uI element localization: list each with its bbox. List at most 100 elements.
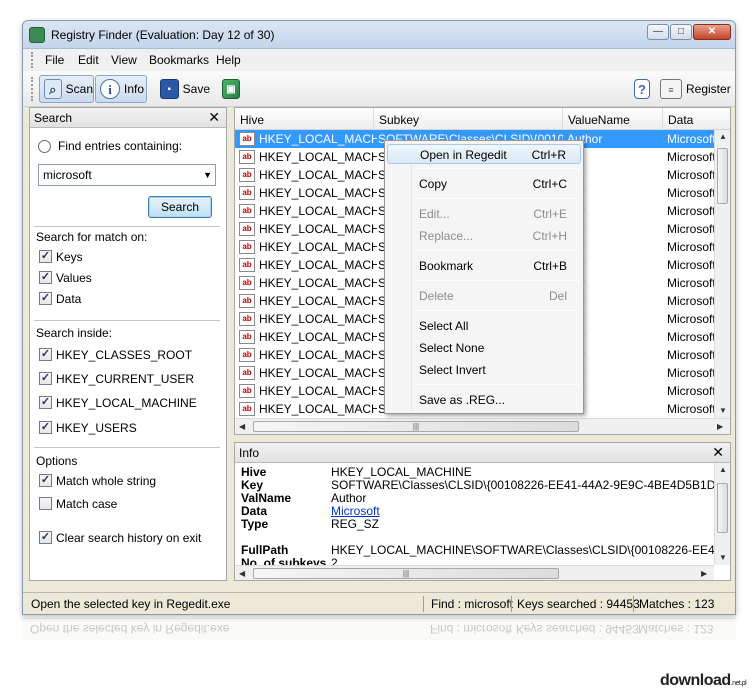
info-value-data-link[interactable]: Microsoft <box>331 504 380 518</box>
column-data[interactable]: Data <box>663 108 723 130</box>
menu-label: Open in Regedit <box>420 148 507 162</box>
column-hive[interactable]: Hive <box>235 108 374 130</box>
horizontal-scrollbar[interactable]: ◀ ||| ▶ <box>235 418 730 434</box>
reflection-status-find: Find : microsoft <box>430 622 513 636</box>
menu-shortcut: Ctrl+R <box>531 148 566 162</box>
match-case-checkbox[interactable] <box>39 497 52 510</box>
menu-edit[interactable]: Edit <box>78 53 99 67</box>
menu-select-none[interactable]: Select None <box>387 338 581 358</box>
help-button[interactable]: ? <box>629 75 655 103</box>
info-key-data: Data <box>241 504 268 518</box>
info-horizontal-scrollbar[interactable]: ◀ ||| ▶ <box>235 565 714 580</box>
scroll-up-icon[interactable]: ▲ <box>719 132 727 141</box>
menu-select-invert[interactable]: Select Invert <box>387 360 581 380</box>
menu-label: Edit... <box>419 207 450 221</box>
cell-hive: HKEY_LOCAL_MACHINE <box>259 222 377 236</box>
column-subkey[interactable]: Subkey <box>374 108 563 130</box>
scroll-down-icon[interactable]: ▼ <box>719 406 727 415</box>
info-label: Info <box>124 82 145 96</box>
tools-button[interactable]: ▣ <box>217 75 245 103</box>
scroll-right-icon[interactable]: ▶ <box>701 569 707 578</box>
watermark-logo: download.net.pl <box>660 672 747 690</box>
info-panel-title: Info <box>239 446 260 460</box>
status-matches: Matches : 123 <box>639 597 715 611</box>
scroll-right-icon[interactable]: ▶ <box>717 422 723 431</box>
cell-hive: HKEY_LOCAL_MACHINE <box>259 294 377 308</box>
column-valuename[interactable]: ValueName <box>563 108 663 130</box>
status-bar: Open the selected key in Regedit.exe Fin… <box>23 592 735 614</box>
menu-save-as-reg[interactable]: Save as .REG... <box>387 390 581 410</box>
maximize-button[interactable]: □ <box>670 24 692 40</box>
title-bar[interactable]: Registry Finder (Evaluation: Day 12 of 3… <box>23 21 735 49</box>
menu-copy[interactable]: Copy Ctrl+C <box>387 174 581 194</box>
hku-checkbox[interactable]: ✓ <box>39 421 52 434</box>
scroll-up-icon[interactable]: ▲ <box>719 465 727 474</box>
status-divider <box>633 596 634 612</box>
search-button[interactable]: Search <box>148 196 212 218</box>
hkcr-checkbox[interactable]: ✓ <box>39 348 52 361</box>
menu-label: Select None <box>419 341 485 355</box>
menu-file[interactable]: File <box>45 53 64 67</box>
close-icon[interactable]: ✕ <box>208 109 220 126</box>
string-value-icon: ab <box>239 222 255 236</box>
menu-replace[interactable]: Replace... Ctrl+H <box>387 226 581 246</box>
scroll-thumb[interactable]: ||| <box>253 421 579 432</box>
register-label: Register <box>686 82 731 96</box>
search-lens-icon <box>38 140 51 153</box>
scroll-thumb[interactable] <box>717 148 728 204</box>
cell-hive: HKEY_LOCAL_MACHINE <box>259 312 377 326</box>
chevron-down-icon[interactable]: ▼ <box>203 170 212 180</box>
info-vertical-scrollbar[interactable]: ▲ ▼ <box>714 463 730 565</box>
scroll-down-icon[interactable]: ▼ <box>719 553 727 562</box>
menu-bookmark[interactable]: Bookmark Ctrl+B <box>387 256 581 276</box>
context-menu: Open in Regedit Ctrl+R Copy Ctrl+C Edit.… <box>384 140 584 414</box>
menu-label: Copy <box>419 177 448 191</box>
menu-view[interactable]: View <box>111 53 137 67</box>
search-input[interactable]: microsoft ▼ <box>38 164 216 186</box>
cubes-icon: ▣ <box>222 79 240 99</box>
cell-hive: HKEY_LOCAL_MACHINE <box>259 276 377 290</box>
scroll-thumb[interactable]: ||| <box>253 568 559 579</box>
menu-open-in-regedit[interactable]: Open in Regedit Ctrl+R <box>387 144 581 164</box>
status-keys-searched: Keys searched : 94453 <box>517 597 640 611</box>
info-button[interactable]: i Info <box>95 75 147 103</box>
minimize-button[interactable]: — <box>647 24 669 40</box>
window-title: Registry Finder (Evaluation: Day 12 of 3… <box>51 28 275 42</box>
info-value-hive: HKEY_LOCAL_MACHINE <box>331 465 472 479</box>
search-inside-label: Search inside: <box>36 326 113 340</box>
app-window: Registry Finder (Evaluation: Day 12 of 3… <box>22 20 736 615</box>
cell-hive: HKEY_LOCAL_MACHINE <box>259 348 377 362</box>
scroll-left-icon[interactable]: ◀ <box>239 422 245 431</box>
grid-header: Hive Subkey ValueName Data <box>235 108 730 130</box>
scroll-thumb[interactable] <box>717 483 728 533</box>
menu-bookmarks[interactable]: Bookmarks <box>149 53 209 67</box>
search-panel: Search ✕ Find entries containing: micros… <box>29 107 227 581</box>
hklm-checkbox[interactable]: ✓ <box>39 396 52 409</box>
save-button[interactable]: ▪ Save <box>155 75 211 103</box>
register-button[interactable]: ≡ Register <box>655 75 735 103</box>
close-icon[interactable]: ✕ <box>712 444 724 461</box>
status-message: Open the selected key in Regedit.exe <box>31 597 231 611</box>
match-whole-checkbox[interactable]: ✓ <box>39 474 52 487</box>
close-button[interactable]: ✕ <box>693 24 731 40</box>
menu-select-all[interactable]: Select All <box>387 316 581 336</box>
menu-delete[interactable]: Delete Del <box>387 286 581 306</box>
keys-checkbox[interactable]: ✓ <box>39 250 52 263</box>
scan-button[interactable]: ⌕ Scan <box>39 75 94 103</box>
info-key-valname: ValName <box>241 491 292 505</box>
menu-help[interactable]: Help <box>216 53 241 67</box>
clear-history-checkbox[interactable]: ✓ <box>39 531 52 544</box>
string-value-icon: ab <box>239 384 255 398</box>
reflection-status-message: Open the selected key in Regedit.exe <box>30 622 230 636</box>
menu-shortcut: Ctrl+B <box>533 259 567 273</box>
vertical-scrollbar[interactable]: ▲ ▼ <box>714 130 730 418</box>
scroll-left-icon[interactable]: ◀ <box>239 569 245 578</box>
hkcu-checkbox[interactable]: ✓ <box>39 372 52 385</box>
menu-edit-entry[interactable]: Edit... Ctrl+E <box>387 204 581 224</box>
values-checkbox[interactable]: ✓ <box>39 271 52 284</box>
status-divider <box>511 596 512 612</box>
hkcr-label: HKEY_CLASSES_ROOT <box>56 348 193 362</box>
info-key-type: Type <box>241 517 269 531</box>
string-value-icon: ab <box>239 402 255 416</box>
data-checkbox[interactable]: ✓ <box>39 292 52 305</box>
